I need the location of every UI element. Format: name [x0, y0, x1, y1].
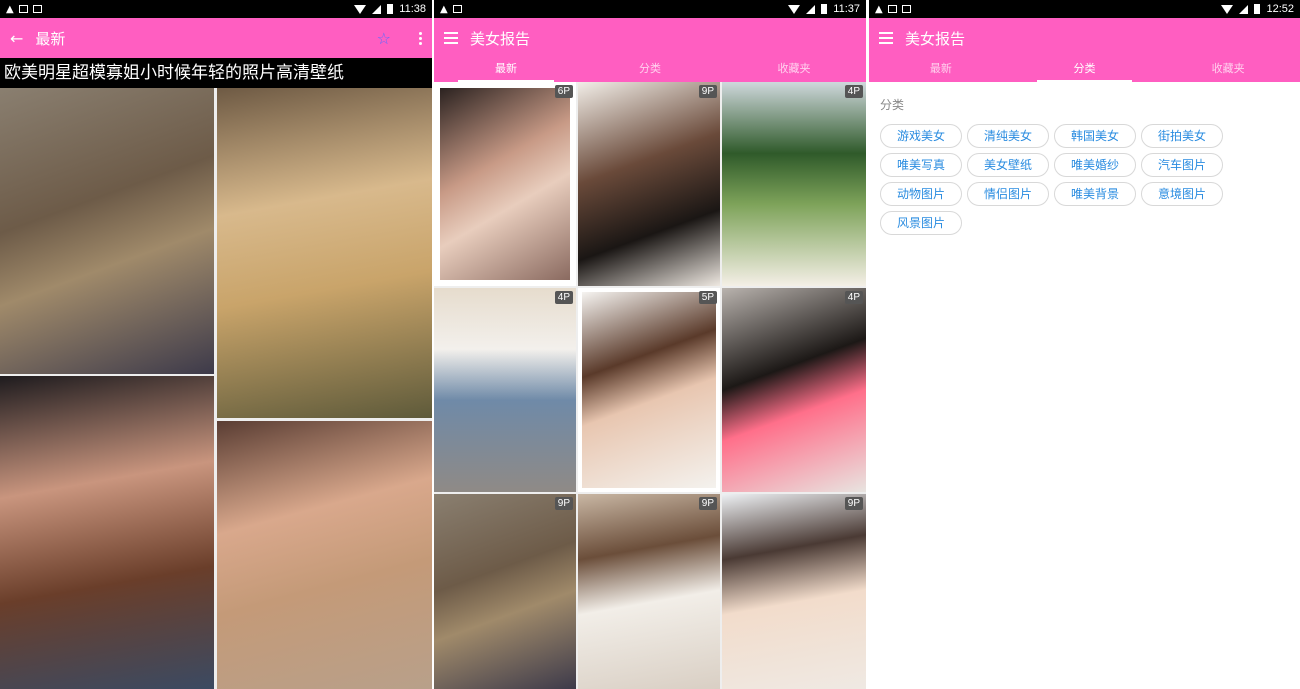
photo-count-badge: 4P: [554, 291, 573, 304]
photo-2[interactable]: [217, 88, 432, 418]
category-chip[interactable]: 唯美婚纱: [1054, 153, 1136, 177]
more-options-icon[interactable]: [419, 31, 422, 45]
battery-icon: [1254, 4, 1261, 14]
wifi-icon: [1221, 4, 1234, 14]
status-bar: ▲ 11:37: [434, 0, 866, 18]
category-chip[interactable]: 意境图片: [1141, 182, 1223, 206]
back-arrow-icon[interactable]: ←: [10, 29, 23, 48]
tab-categories[interactable]: 分类: [578, 58, 722, 82]
battery-icon: [387, 4, 394, 14]
photo-1[interactable]: [0, 88, 214, 374]
grid-item[interactable]: 4P: [722, 288, 866, 492]
tab-latest[interactable]: 最新: [869, 58, 1013, 82]
app-title: 美女报告: [905, 29, 966, 48]
signal-icon: [1239, 4, 1249, 14]
photo-count-badge: 9P: [844, 497, 863, 510]
status-bar: ▲ 11:38: [0, 0, 432, 18]
photo-count-badge: 4P: [844, 291, 863, 304]
app-bar: 美女报告: [869, 18, 1300, 58]
category-chip[interactable]: 汽车图片: [1141, 153, 1223, 177]
download-notification-icon: [32, 5, 42, 13]
album-detail-screen: ▲ 11:38 ← 最新 ☆ 欧美明星超模寡姐小时候年轻的照片高清壁纸: [0, 0, 432, 689]
section-label: 分类: [880, 98, 905, 112]
photo-count-badge: 6P: [554, 85, 573, 98]
status-bar: ▲ 12:52: [869, 0, 1300, 18]
category-chip[interactable]: 动物图片: [880, 182, 962, 206]
photo-count-badge: 5P: [698, 291, 717, 304]
hamburger-menu-icon[interactable]: [879, 32, 893, 44]
grid-item[interactable]: 6P: [434, 82, 576, 286]
grid-item[interactable]: 9P: [578, 82, 720, 286]
tab-categories[interactable]: 分类: [1013, 58, 1157, 82]
app-bar: ← 最新 ☆: [0, 18, 432, 58]
warning-icon: ▲: [6, 3, 14, 15]
grid-item[interactable]: 5P: [578, 288, 720, 492]
download-notification-icon: [901, 5, 911, 13]
category-chip[interactable]: 唯美背景: [1054, 182, 1136, 206]
category-chip[interactable]: 游戏美女: [880, 124, 962, 148]
photo-count-badge: 9P: [698, 497, 717, 510]
warning-icon: ▲: [875, 3, 883, 15]
photo-count-badge: 9P: [698, 85, 717, 98]
image-notification-icon: [887, 5, 897, 13]
category-chip[interactable]: 韩国美女: [1054, 124, 1136, 148]
category-chip[interactable]: 情侣图片: [967, 182, 1049, 206]
app-title: 美女报告: [470, 29, 531, 48]
photo-count-badge: 4P: [844, 85, 863, 98]
wifi-icon: [354, 4, 367, 14]
battery-icon: [821, 4, 828, 14]
status-time: 11:37: [833, 3, 860, 15]
tab-latest[interactable]: 最新: [434, 58, 578, 82]
category-chip-list: 游戏美女 清纯美女 韩国美女 街拍美女 唯美写真 美女壁纸 唯美婚纱 汽车图片 …: [880, 124, 1240, 235]
categories-screen: ▲ 12:52 美女报告 最新 分类 收藏夹 分类 游戏美女 清纯美女 韩国美女…: [869, 0, 1300, 689]
status-time: 11:38: [399, 3, 426, 15]
grid-item[interactable]: 4P: [434, 288, 576, 492]
tab-favorites[interactable]: 收藏夹: [1156, 58, 1300, 82]
favorite-star-icon[interactable]: ☆: [377, 29, 391, 48]
image-notification-icon: [452, 5, 462, 13]
grid-item[interactable]: 4P: [722, 82, 866, 286]
tab-bar: 最新 分类 收藏夹: [869, 58, 1300, 82]
page-title: 最新: [35, 29, 66, 48]
category-chip[interactable]: 清纯美女: [967, 124, 1049, 148]
category-chip[interactable]: 街拍美女: [1141, 124, 1223, 148]
wifi-icon: [788, 4, 801, 14]
status-time: 12:52: [1266, 3, 1294, 15]
grid-item[interactable]: 9P: [434, 494, 576, 689]
app-bar: 美女报告: [434, 18, 866, 58]
latest-feed-screen: ▲ 11:37 美女报告 最新 分类 收藏夹 6P 9P 4P 4P 5P 4P…: [434, 0, 866, 689]
warning-icon: ▲: [440, 3, 448, 15]
photo-3[interactable]: [0, 376, 214, 689]
hamburger-menu-icon[interactable]: [444, 32, 458, 44]
signal-icon: [806, 4, 816, 14]
grid-item[interactable]: 9P: [578, 494, 720, 689]
photo-count-badge: 9P: [554, 497, 573, 510]
grid-item[interactable]: 9P: [722, 494, 866, 689]
category-chip[interactable]: 唯美写真: [880, 153, 962, 177]
category-chip[interactable]: 风景图片: [880, 211, 962, 235]
category-chip[interactable]: 美女壁纸: [967, 153, 1049, 177]
album-title: 欧美明星超模寡姐小时候年轻的照片高清壁纸: [0, 58, 432, 88]
signal-icon: [372, 4, 382, 14]
tab-bar: 最新 分类 收藏夹: [434, 58, 866, 82]
tab-favorites[interactable]: 收藏夹: [722, 58, 866, 82]
photo-4[interactable]: [217, 421, 432, 689]
image-notification-icon: [18, 5, 28, 13]
photo-grid: 6P 9P 4P 4P 5P 4P 9P 9P 9P: [434, 82, 866, 689]
